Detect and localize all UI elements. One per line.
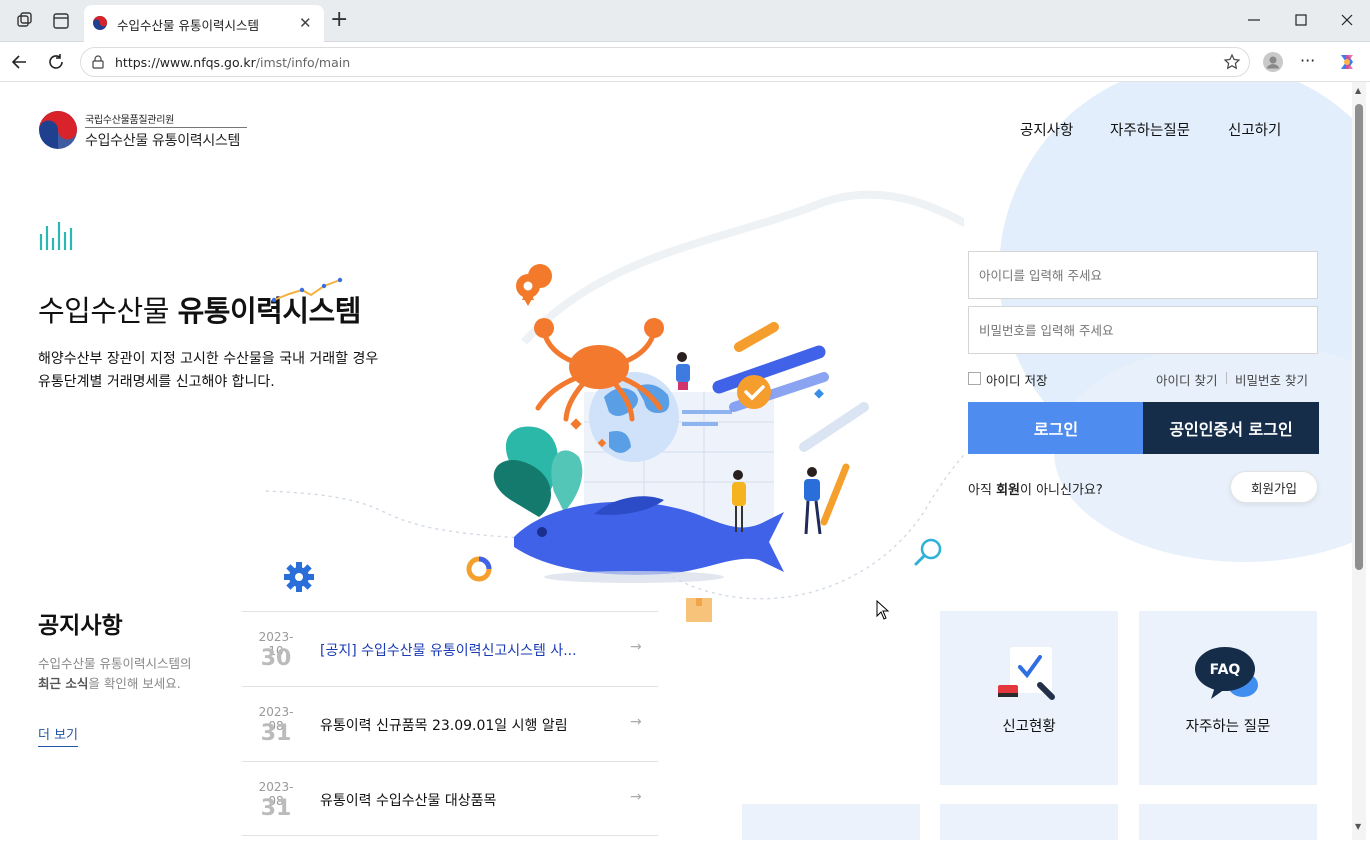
vertical-scrollbar[interactable]: ▲ ▼ (1352, 82, 1366, 840)
maximize-icon[interactable] (1291, 10, 1311, 30)
password-input[interactable] (968, 306, 1318, 354)
url-text: https://www.nfqs.go.kr/imst/info/main (115, 55, 350, 70)
nav-faq[interactable]: 자주하는질문 (1110, 119, 1190, 140)
report-icon (998, 647, 1055, 700)
address-bar: https://www.nfqs.go.kr/imst/info/main ··… (0, 42, 1370, 82)
refresh-icon[interactable] (45, 51, 67, 73)
window-close-icon[interactable] (1337, 10, 1357, 30)
scroll-down-icon[interactable]: ▼ (1355, 822, 1361, 831)
copilot-icon[interactable] (1336, 51, 1358, 73)
tab-actions-icon[interactable] (50, 10, 72, 32)
site-favicon-icon (93, 16, 107, 30)
save-id-label[interactable]: 아이디 저장 (986, 370, 1047, 389)
org-small-name: 국립수산물품질관리원 (85, 115, 175, 126)
join-bold: 회원 (996, 483, 1020, 498)
profile-avatar-icon[interactable] (1262, 51, 1284, 73)
user-id-input[interactable] (968, 251, 1318, 299)
hero-title-light: 수입수산물 (38, 294, 178, 328)
tile-partial[interactable] (940, 804, 1118, 840)
favorite-star-icon[interactable] (1223, 53, 1241, 71)
page-viewport: 국립수산물품질관리원 수입수산물 유통이력시스템 공지사항 자주하는질문 신고하… (4, 82, 1352, 840)
notice-list: 2023-10 30 [공지] 수입수산물 유통이력신고시스템 사... → 2… (242, 611, 658, 836)
divider (85, 127, 247, 128)
notice-row[interactable]: 2023-10 30 [공지] 수입수산물 유통이력신고시스템 사... → (242, 611, 658, 686)
new-tab-icon[interactable]: + (330, 8, 348, 32)
notice-day: 31 (260, 796, 292, 821)
arrow-right-icon[interactable]: → (630, 714, 642, 730)
notice-row[interactable]: 2023-08 31 유통이력 신규품목 23.09.01일 시행 알림 → (242, 686, 658, 761)
minimize-icon[interactable] (1244, 10, 1264, 30)
browser-tab-bar: 수입수산물 유통이력시스템 ✕ + (0, 0, 1370, 42)
notices-desc-bold: 최근 소식 (38, 676, 89, 691)
browser-tab-active[interactable]: 수입수산물 유통이력시스템 ✕ (84, 5, 324, 42)
workspaces-icon[interactable] (14, 10, 36, 32)
join-prompt: 아직 회원이 아니신가요? (968, 479, 1103, 498)
arrow-right-icon[interactable]: → (630, 639, 642, 655)
nav-report[interactable]: 신고하기 (1228, 119, 1281, 140)
tile-report-status[interactable]: 신고현황 (940, 611, 1118, 785)
notice-title[interactable]: [공지] 수입수산물 유통이력신고시스템 사... (320, 640, 577, 660)
notice-title[interactable]: 유통이력 신규품목 23.09.01일 시행 알림 (320, 715, 568, 735)
tab-title: 수입수산물 유통이력시스템 (117, 18, 259, 33)
tile-faq[interactable]: FAQ 자주하는 질문 (1139, 611, 1317, 785)
lock-icon[interactable] (91, 55, 105, 69)
join-button[interactable]: 회원가입 (1230, 471, 1318, 503)
more-menu-icon[interactable]: ··· (1300, 51, 1322, 73)
notices-desc-line: 을 확인해 보세요. (88, 676, 181, 691)
notices-desc-line: 수입수산물 유통이력시스템의 (38, 656, 192, 671)
faq-icon-text: FAQ (1210, 662, 1241, 678)
mouse-cursor-icon (876, 600, 890, 620)
url-host: https://www.nfqs.go.kr (115, 55, 256, 70)
notices-title: 공지사항 (38, 613, 123, 639)
tile-partial[interactable] (1139, 804, 1317, 840)
url-field[interactable]: https://www.nfqs.go.kr/imst/info/main (80, 47, 1250, 77)
more-link[interactable]: 더 보기 (38, 724, 79, 747)
notice-title[interactable]: 유통이력 수입수산물 대상품목 (320, 790, 496, 810)
government-emblem-icon[interactable] (38, 110, 78, 150)
tile-label: 자주하는 질문 (1185, 719, 1271, 735)
notice-day: 30 (260, 646, 292, 671)
join-prefix: 아직 (968, 483, 997, 498)
divider (1226, 372, 1227, 384)
notices-description: 수입수산물 유통이력시스템의 최근 소식을 확인해 보세요. (38, 654, 191, 694)
notice-day: 31 (260, 721, 292, 746)
bar-graph-icon (39, 222, 73, 250)
faq-icon: FAQ (1195, 647, 1258, 699)
find-password-link[interactable]: 비밀번호 찾기 (1235, 370, 1308, 389)
certificate-login-button[interactable]: 공인인증서 로그인 (1143, 402, 1319, 454)
tab-close-icon[interactable]: ✕ (299, 15, 312, 31)
notice-row[interactable]: 2023-08 31 유통이력 수입수산물 대상품목 → (242, 761, 658, 836)
tile-label: 신고현황 (1002, 719, 1056, 735)
nav-notices[interactable]: 공지사항 (1020, 119, 1073, 140)
join-suffix: 이 아니신가요? (1019, 483, 1103, 498)
hero-illustration (264, 190, 964, 622)
arrow-right-icon[interactable]: → (630, 789, 642, 805)
scroll-up-icon[interactable]: ▲ (1355, 86, 1361, 95)
login-button[interactable]: 로그인 (968, 402, 1144, 454)
url-path: /imst/info/main (255, 55, 351, 70)
site-name[interactable]: 수입수산물 유통이력시스템 (85, 130, 240, 150)
save-id-checkbox[interactable] (968, 372, 981, 385)
scrollbar-thumb[interactable] (1355, 104, 1363, 570)
back-icon[interactable] (9, 51, 31, 73)
find-id-link[interactable]: 아이디 찾기 (1156, 370, 1217, 389)
tile-partial[interactable] (742, 804, 920, 840)
